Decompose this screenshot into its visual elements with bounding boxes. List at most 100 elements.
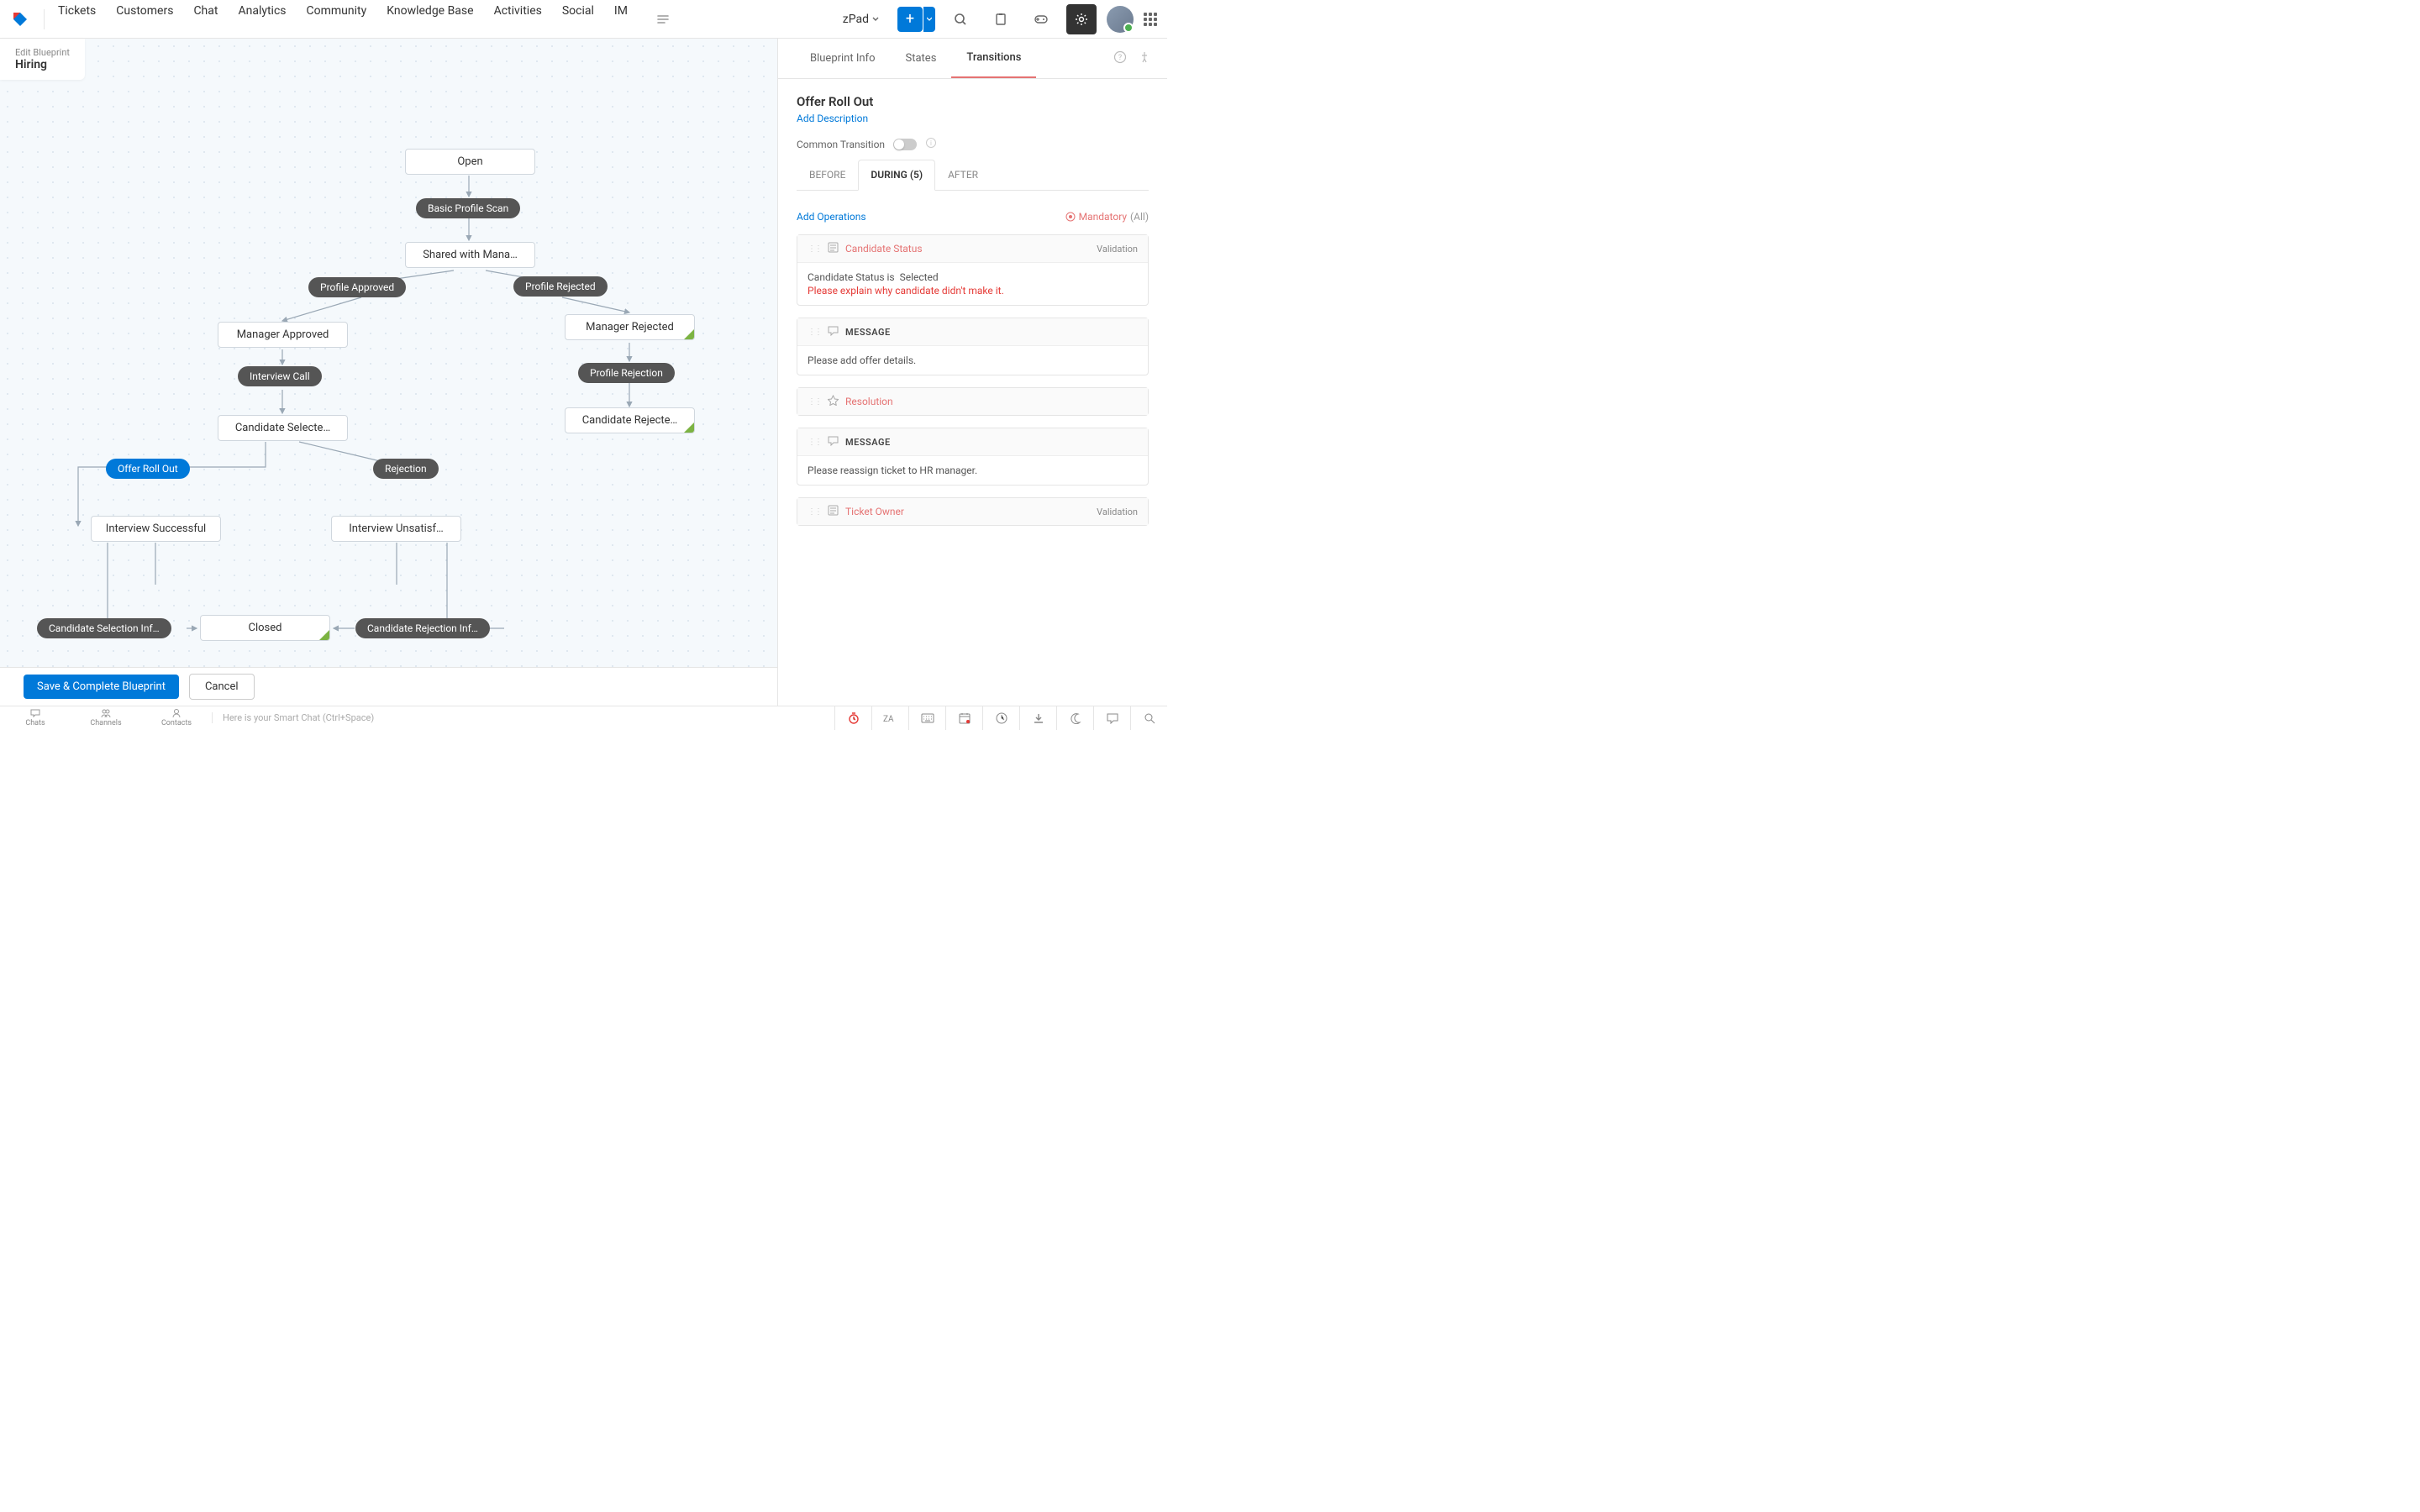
drag-handle-icon[interactable]: ⋮⋮ xyxy=(808,328,821,337)
node-shared-with-manager[interactable]: Shared with Mana… xyxy=(405,242,535,268)
svg-text:i: i xyxy=(930,139,932,147)
nav-tickets[interactable]: Tickets xyxy=(58,4,96,34)
transition-title: Offer Roll Out xyxy=(797,94,1149,109)
op-message-2[interactable]: ⋮⋮ MESSAGE Please reassign ticket to HR … xyxy=(797,428,1149,486)
nav-chat[interactable]: Chat xyxy=(193,4,218,34)
validation-tag: Validation xyxy=(1097,507,1138,517)
search-small-icon[interactable] xyxy=(1130,706,1167,730)
form-icon xyxy=(828,242,839,255)
node-profile-approved[interactable]: Profile Approved xyxy=(308,277,406,297)
nav-analytics[interactable]: Analytics xyxy=(238,4,286,34)
timer-icon[interactable] xyxy=(834,706,871,730)
nav-community[interactable]: Community xyxy=(307,4,367,34)
node-open[interactable]: Open xyxy=(405,149,535,175)
tab-blueprint-info[interactable]: Blueprint Info xyxy=(795,39,891,77)
help-icon[interactable]: ? xyxy=(1113,50,1127,67)
mandatory-icon xyxy=(1065,212,1076,222)
download-icon[interactable] xyxy=(1019,706,1056,730)
cancel-button[interactable]: Cancel xyxy=(189,674,255,700)
drag-handle-icon[interactable]: ⋮⋮ xyxy=(808,244,821,254)
nav-activities[interactable]: Activities xyxy=(494,4,542,34)
op-body-text: Please add offer details. xyxy=(797,346,1148,375)
canvas-header: Edit Blueprint Hiring xyxy=(0,39,85,80)
add-operations-link[interactable]: Add Operations xyxy=(797,211,866,223)
node-profile-rejected[interactable]: Profile Rejected xyxy=(513,276,608,297)
keyboard-icon[interactable] xyxy=(908,706,945,730)
phase-after[interactable]: AFTER xyxy=(935,160,991,190)
drag-handle-icon[interactable]: ⋮⋮ xyxy=(808,397,821,407)
drag-handle-icon[interactable]: ⋮⋮ xyxy=(808,507,821,517)
node-rejection[interactable]: Rejection xyxy=(373,459,439,479)
moon-icon[interactable] xyxy=(1056,706,1093,730)
node-profile-rejection[interactable]: Profile Rejection xyxy=(578,363,675,383)
chat-bubble-icon[interactable] xyxy=(1093,706,1130,730)
svg-text:?: ? xyxy=(1118,54,1122,62)
bb-contacts[interactable]: Contacts xyxy=(141,706,212,729)
nav-customers[interactable]: Customers xyxy=(116,4,173,34)
node-closed[interactable]: Closed xyxy=(200,615,330,641)
nav-more-icon[interactable] xyxy=(648,4,678,34)
node-interview-successful[interactable]: Interview Successful xyxy=(91,516,221,542)
save-blueprint-button[interactable]: Save & Complete Blueprint xyxy=(24,675,179,699)
za-icon[interactable]: ZA xyxy=(871,706,908,730)
op-resolution[interactable]: ⋮⋮ Resolution xyxy=(797,387,1149,416)
op-name-label: Resolution xyxy=(845,396,1138,407)
page-title: Hiring xyxy=(15,58,70,71)
node-interview-unsatisfactory[interactable]: Interview Unsatisf… xyxy=(331,516,461,542)
mandatory-indicator[interactable]: Mandatory (All) xyxy=(1065,211,1149,223)
op-body-text: Please reassign ticket to HR manager. xyxy=(797,456,1148,485)
op-body-text: Candidate Status is Selected xyxy=(808,271,939,283)
nav-social[interactable]: Social xyxy=(562,4,594,34)
calendar-icon[interactable] xyxy=(945,706,982,730)
app-logo[interactable] xyxy=(10,9,30,29)
node-candidate-rejected[interactable]: Candidate Rejecte… xyxy=(565,407,695,433)
op-message-1[interactable]: ⋮⋮ MESSAGE Please add offer details. xyxy=(797,318,1149,375)
op-candidate-status[interactable]: ⋮⋮ Candidate Status Validation Candidate… xyxy=(797,234,1149,306)
op-name-label: Candidate Status xyxy=(845,243,1090,255)
add-description-link[interactable]: Add Description xyxy=(797,113,868,124)
drag-handle-icon[interactable]: ⋮⋮ xyxy=(808,438,821,447)
info-icon[interactable]: i xyxy=(925,137,937,151)
node-manager-approved[interactable]: Manager Approved xyxy=(218,322,348,348)
common-transition-label: Common Transition xyxy=(797,139,885,150)
phase-during[interactable]: DURING (5) xyxy=(858,160,935,191)
avatar[interactable] xyxy=(1107,6,1134,33)
node-candidate-selected[interactable]: Candidate Selecte… xyxy=(218,415,348,441)
form-icon xyxy=(828,505,839,518)
node-offer-roll-out[interactable]: Offer Roll Out xyxy=(106,459,190,479)
bb-channels[interactable]: Channels xyxy=(71,706,141,729)
node-basic-profile-scan[interactable]: Basic Profile Scan xyxy=(416,198,520,218)
workspace-name: zPad xyxy=(843,13,869,26)
resolution-icon xyxy=(828,395,839,408)
tab-transitions[interactable]: Transitions xyxy=(951,39,1036,78)
gamepad-icon[interactable] xyxy=(1026,4,1056,34)
clipboard-icon[interactable] xyxy=(986,4,1016,34)
node-manager-rejected[interactable]: Manager Rejected xyxy=(565,314,695,340)
tab-states[interactable]: States xyxy=(891,39,952,77)
common-transition-toggle[interactable] xyxy=(893,139,917,150)
search-icon[interactable] xyxy=(945,4,976,34)
nav-knowledge-base[interactable]: Knowledge Base xyxy=(387,4,473,34)
node-interview-call[interactable]: Interview Call xyxy=(238,366,322,386)
breadcrumb: Edit Blueprint xyxy=(15,47,70,58)
message-icon xyxy=(828,325,839,339)
node-candidate-selection-info[interactable]: Candidate Selection Inf… xyxy=(37,618,171,638)
bb-chats[interactable]: Chats xyxy=(0,706,71,729)
apps-icon[interactable] xyxy=(1144,13,1157,26)
message-icon xyxy=(828,435,839,449)
op-name-label: MESSAGE xyxy=(845,437,1138,448)
add-button[interactable]: + xyxy=(897,7,923,32)
nav-im[interactable]: IM xyxy=(614,4,628,34)
phase-before[interactable]: BEFORE xyxy=(797,160,858,190)
add-button-dropdown[interactable] xyxy=(923,7,935,32)
op-name-label: MESSAGE xyxy=(845,327,1138,338)
smart-chat-input[interactable]: Here is your Smart Chat (Ctrl+Space) xyxy=(212,712,834,723)
op-ticket-owner[interactable]: ⋮⋮ Ticket Owner Validation xyxy=(797,497,1149,526)
svg-text:ZA: ZA xyxy=(883,715,894,724)
validation-tag: Validation xyxy=(1097,244,1138,255)
pin-icon[interactable] xyxy=(1139,50,1150,67)
workspace-selector[interactable]: zPad xyxy=(834,8,887,31)
gear-icon[interactable] xyxy=(1066,4,1097,34)
clock-icon[interactable] xyxy=(982,706,1019,730)
node-candidate-rejection-info[interactable]: Candidate Rejection Inf… xyxy=(355,618,490,638)
